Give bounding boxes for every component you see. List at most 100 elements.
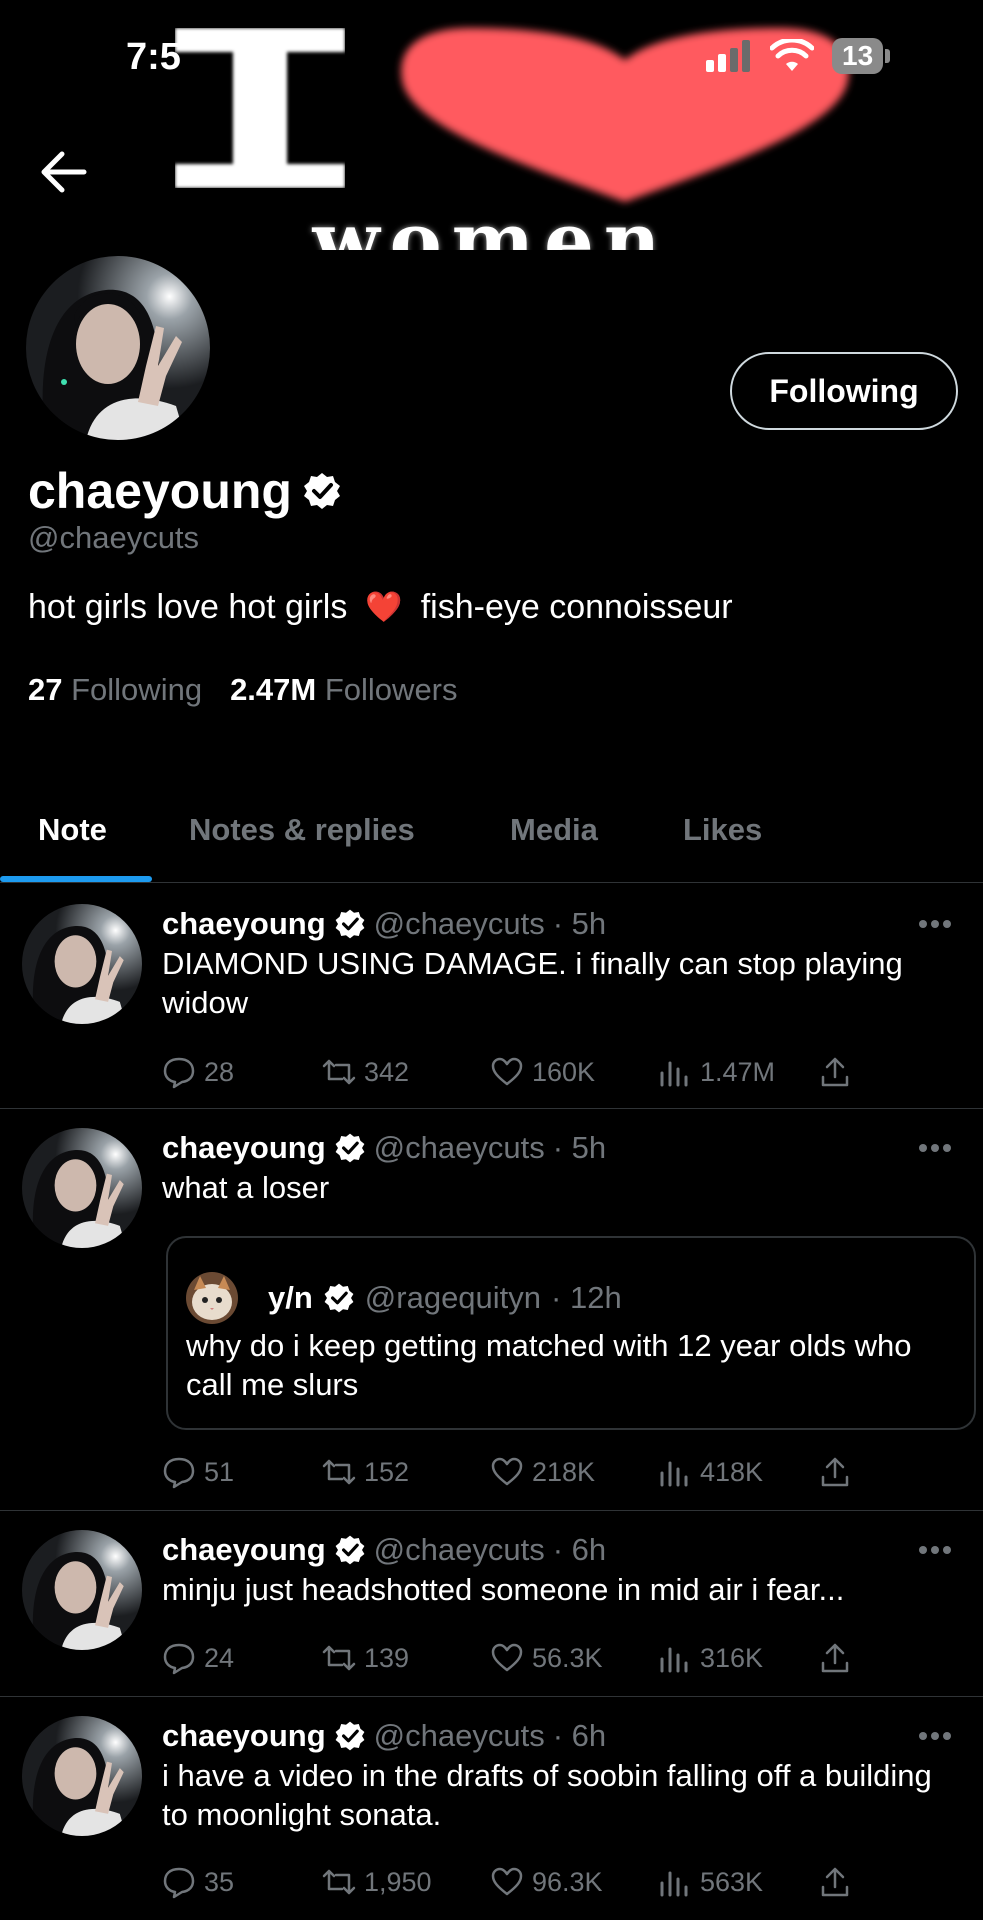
tweet-author-handle[interactable]: @chaeycuts <box>374 1130 545 1166</box>
reply-button[interactable]: 35 <box>162 1862 234 1902</box>
like-button[interactable]: 160K <box>490 1052 595 1092</box>
tab-notes-replies[interactable]: Notes & replies <box>189 780 415 880</box>
views-button[interactable]: 418K <box>658 1452 763 1492</box>
profile-handle: @chaeycuts <box>28 520 200 555</box>
avatar-photo <box>22 1530 142 1650</box>
reply-button[interactable]: 24 <box>162 1638 234 1678</box>
verified-badge-icon <box>324 1283 354 1313</box>
retweet-button[interactable]: 139 <box>322 1638 409 1678</box>
reply-icon <box>163 1643 195 1675</box>
share-button[interactable] <box>818 1052 852 1092</box>
following-stat[interactable]: 27 Following <box>28 672 202 708</box>
retweet-button[interactable]: 152 <box>322 1452 409 1492</box>
like-button[interactable]: 218K <box>490 1452 595 1492</box>
retweet-icon <box>322 1459 356 1485</box>
reply-icon <box>163 1457 195 1489</box>
tab-likes[interactable]: Likes <box>683 780 762 880</box>
like-count: 218K <box>532 1456 596 1487</box>
back-arrow-icon[interactable] <box>38 150 88 194</box>
tab-note[interactable]: Note <box>38 780 107 880</box>
verified-badge-icon <box>303 473 340 509</box>
tweet-actions: 51 152 218K 418K <box>162 1452 862 1492</box>
more-options-icon[interactable] <box>918 1142 952 1154</box>
views-button[interactable]: 1.47M <box>658 1052 775 1092</box>
quoted-tweet-text: why do i keep getting matched with 12 ye… <box>186 1328 912 1402</box>
followers-stat[interactable]: 2.47M Followers <box>230 672 457 708</box>
tweet-author-name[interactable]: chaeyoung <box>162 1532 326 1568</box>
following-label: Following <box>71 672 203 707</box>
wifi-icon <box>770 39 814 71</box>
verified-badge-icon <box>335 1133 365 1163</box>
retweet-icon <box>322 1645 356 1671</box>
more-options-icon[interactable] <box>918 1730 952 1742</box>
views-chart-icon <box>660 1061 688 1087</box>
tweet-text: minju just headshotted someone in mid ai… <box>162 1572 845 1607</box>
battery-level: 13 <box>832 38 884 74</box>
avatar-photo <box>22 904 142 1024</box>
bio-text-2: fish-eye connoisseur <box>420 588 733 626</box>
tweet-author-name[interactable]: chaeyoung <box>162 906 326 942</box>
tweet-avatar[interactable] <box>22 1716 142 1836</box>
reply-button[interactable]: 51 <box>162 1452 234 1492</box>
following-button[interactable]: Following <box>730 352 958 430</box>
tweet-author-handle[interactable]: @chaeycuts <box>374 1532 545 1568</box>
quoted-author-name[interactable]: y/n <box>268 1280 313 1316</box>
tweet-time: · 6h <box>552 1532 607 1567</box>
like-button[interactable]: 96.3K <box>490 1862 603 1902</box>
tweet-author-name[interactable]: chaeyoung <box>162 1130 326 1166</box>
tweet-avatar[interactable] <box>22 1128 142 1248</box>
share-button[interactable] <box>818 1452 852 1492</box>
profile-name: chaeyoung <box>28 463 292 519</box>
tweet-header: chaeyoung @chaeycuts · 6h <box>162 1532 606 1568</box>
tweet-1[interactable]: chaeyoung @chaeycuts · 5h DIAMOND USING … <box>0 884 983 1109</box>
share-button[interactable] <box>818 1638 852 1678</box>
retweet-count: 342 <box>364 1056 410 1087</box>
share-button[interactable] <box>818 1862 852 1902</box>
quoted-tweet-avatar[interactable] <box>186 1272 238 1324</box>
followers-label: Followers <box>324 672 458 707</box>
retweet-button[interactable]: 342 <box>322 1052 409 1092</box>
profile-name-row: chaeyoung <box>28 462 342 520</box>
tweet-author-handle[interactable]: @chaeycuts <box>374 906 545 942</box>
views-chart-icon <box>660 1871 688 1897</box>
tweet-avatar[interactable] <box>22 904 142 1024</box>
quoted-author-handle[interactable]: @ragequityn <box>365 1280 541 1316</box>
status-icons: 13 <box>706 38 891 74</box>
avatar-photo <box>22 1716 142 1836</box>
tab-media[interactable]: Media <box>510 780 598 880</box>
tweet-actions: 35 1,950 96.3K 563K <box>162 1862 862 1902</box>
tweet-author-handle[interactable]: @chaeycuts <box>374 1718 545 1754</box>
tweet-header: chaeyoung @chaeycuts · 5h <box>162 1130 606 1166</box>
following-count: 27 <box>28 672 63 707</box>
like-count: 96.3K <box>532 1866 603 1897</box>
like-button[interactable]: 56.3K <box>490 1638 603 1678</box>
tweet-3[interactable]: chaeyoung @chaeycuts · 6h minju just hea… <box>0 1510 983 1697</box>
retweet-icon <box>322 1869 356 1895</box>
retweet-button[interactable]: 1,950 <box>322 1862 432 1902</box>
quoted-tweet[interactable]: y/n @ragequityn · 12h why do i keep gett… <box>166 1236 976 1430</box>
profile-stats: 27 Following 2.47M Followers <box>28 672 458 708</box>
views-button[interactable]: 563K <box>658 1862 763 1902</box>
tweet-text: what a loser <box>162 1170 330 1205</box>
status-time: 7:5 <box>126 36 181 78</box>
views-button[interactable]: 316K <box>658 1638 763 1678</box>
battery-indicator: 13 <box>832 38 891 74</box>
profile-tabs: Note Notes & replies Media Likes <box>0 780 983 884</box>
reply-button[interactable]: 28 <box>162 1052 234 1092</box>
share-icon <box>821 1867 849 1897</box>
tweet-4[interactable]: chaeyoung @chaeycuts · 6h i have a video… <box>0 1696 983 1920</box>
views-count: 1.47M <box>700 1056 776 1087</box>
views-count: 418K <box>700 1456 764 1487</box>
tweet-actions: 28 342 160K 1.47M <box>162 1052 862 1092</box>
more-options-icon[interactable] <box>918 918 952 930</box>
tweet-time: · 5h <box>552 1130 607 1165</box>
reply-count: 28 <box>204 1056 235 1087</box>
quoted-tweet-header: y/n @ragequityn · 12h <box>186 1272 622 1324</box>
views-count: 316K <box>700 1642 764 1673</box>
tweet-author-name[interactable]: chaeyoung <box>162 1718 326 1754</box>
like-count: 160K <box>532 1056 596 1087</box>
views-chart-icon <box>660 1647 688 1673</box>
profile-avatar[interactable] <box>22 252 214 444</box>
tweet-avatar[interactable] <box>22 1530 142 1650</box>
more-options-icon[interactable] <box>918 1544 952 1556</box>
